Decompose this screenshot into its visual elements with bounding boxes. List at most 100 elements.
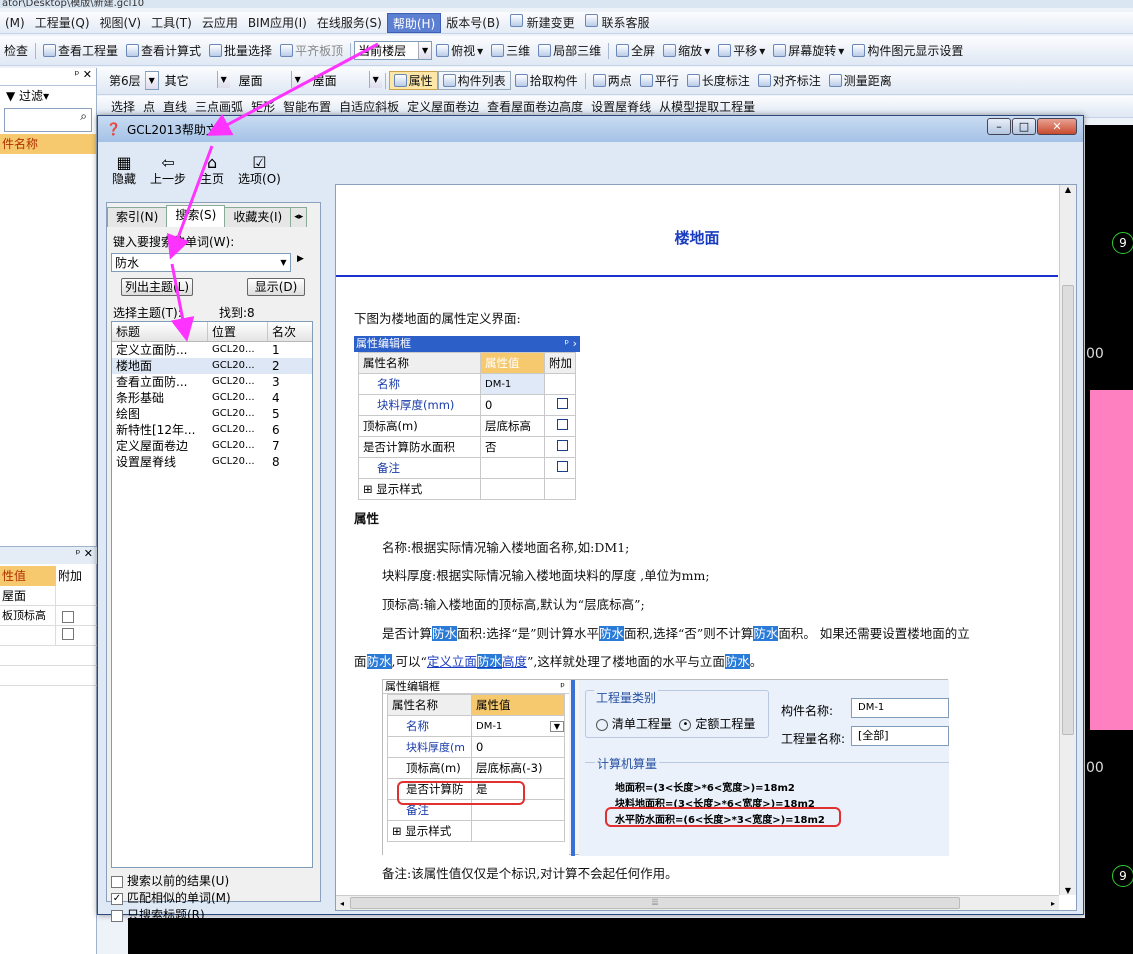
list-topics-button[interactable]: 列出主题(L)	[121, 278, 193, 296]
option-similar-words[interactable]: ✓ 匹配相似的单词(M)	[111, 890, 231, 907]
zoom-button[interactable]: 缩放 ▾	[659, 42, 714, 59]
menu-cloud[interactable]: 云应用	[197, 13, 243, 33]
prop-value[interactable]: 屋面	[0, 586, 55, 605]
point-tool[interactable]: 点	[139, 98, 159, 115]
prop-checkbox[interactable]	[62, 610, 74, 623]
hide-button[interactable]: ▦ 隐藏	[112, 154, 136, 187]
align-dim-button[interactable]: 对齐标注	[754, 72, 825, 89]
menu-new-change[interactable]: 新建变更	[505, 13, 580, 33]
define-elevation-link[interactable]: 定义立面防水高度	[427, 654, 527, 669]
toolbar-main: 检查 查看工程量 查看计算式 批量选择 平齐板顶 当前楼层 ▼ 俯视 ▾ 三维 局部…	[0, 36, 1133, 66]
back-button[interactable]: ⇦ 上一步	[150, 154, 186, 187]
checkbox-checked[interactable]: ✓	[111, 892, 123, 905]
result-row[interactable]: 绘图 GCL20... 5	[112, 406, 312, 422]
options-button[interactable]: ☑ 选项(O)	[238, 154, 281, 187]
batch-select-button[interactable]: 批量选择	[205, 42, 276, 59]
tab-search[interactable]: 搜索(S)	[166, 205, 226, 227]
arc-tool[interactable]: 三点画弧	[191, 98, 247, 115]
floor-select[interactable]: ▼	[144, 71, 159, 90]
prop-value[interactable]: 板顶标高	[0, 606, 55, 625]
menu-contact[interactable]: 联系客服	[580, 13, 655, 33]
menu-view[interactable]: 视图(V)	[95, 13, 147, 33]
result-row[interactable]: 新特性[12年... GCL20... 6	[112, 422, 312, 438]
component-select[interactable]: 屋面 ▼	[310, 71, 382, 90]
result-row[interactable]: 楼地面 GCL20... 2	[112, 358, 312, 374]
list-icon	[442, 74, 456, 87]
search-input[interactable]: 防水 ▼	[111, 253, 291, 272]
option-previous-results[interactable]: 搜索以前的结果(U)	[111, 873, 231, 890]
rect-tool[interactable]: 矩形	[247, 98, 279, 115]
select-tool[interactable]: 选择	[97, 98, 139, 115]
filter-dropdown[interactable]: ▼ 过滤▾	[0, 86, 96, 106]
measure-button[interactable]: 测量距离	[825, 72, 896, 89]
line-tool[interactable]: 直线	[159, 98, 191, 115]
pane-pin-icon[interactable]: ᵖ ✕	[0, 68, 96, 86]
checkbox[interactable]	[111, 909, 123, 922]
cad-slab-region[interactable]	[1090, 390, 1133, 730]
col-rank[interactable]: 名次	[268, 322, 312, 341]
menu-m[interactable]: (M)	[0, 13, 30, 33]
display-settings-button[interactable]: 构件图元显示设置	[848, 42, 967, 59]
prop-checkbox[interactable]	[62, 627, 74, 640]
length-dim-button[interactable]: 长度标注	[683, 72, 754, 89]
menu-quantity[interactable]: 工程量(Q)	[30, 13, 95, 33]
parallel-button[interactable]: 平行	[636, 72, 683, 89]
menu-version[interactable]: 版本号(B)	[441, 13, 505, 33]
local-3d-button[interactable]: 局部三维	[534, 42, 605, 59]
search-box[interactable]: ⌕	[4, 108, 92, 132]
result-row[interactable]: 查看立面防... GCL20... 3	[112, 374, 312, 390]
view-formula-button[interactable]: 查看计算式	[122, 42, 205, 59]
search-label: 键入要搜索的单词(W):	[113, 235, 235, 249]
close-button[interactable]: ✕	[1037, 118, 1077, 135]
category-select[interactable]: 屋面 ▼	[236, 71, 304, 90]
ridge-tool[interactable]: 设置屋脊线	[587, 98, 655, 115]
check-button[interactable]: 检查	[0, 42, 32, 59]
home-button[interactable]: ⌂ 主页	[200, 154, 224, 187]
result-row[interactable]: 定义屋面卷边 GCL20... 7	[112, 438, 312, 454]
col-title[interactable]: 标题	[112, 322, 208, 341]
fullscreen-button[interactable]: 全屏	[612, 42, 659, 59]
adaptive-slab-tool[interactable]: 自适应斜板	[335, 98, 403, 115]
topview-button[interactable]: 俯视 ▾	[432, 42, 487, 59]
result-row[interactable]: 条形基础 GCL20... 4	[112, 390, 312, 406]
content-vscroll[interactable]: ▲ ▼	[1059, 185, 1076, 895]
align-slab-button[interactable]: 平齐板顶	[276, 42, 347, 59]
found-count: 找到:8	[219, 306, 255, 320]
option-titles-only[interactable]: 只搜索标题(R)	[111, 907, 231, 924]
maximize-button[interactable]: □	[1012, 118, 1036, 135]
tab-index[interactable]: 索引(N)	[107, 207, 168, 227]
display-button[interactable]: 显示(D)	[247, 278, 305, 296]
col-location[interactable]: 位置	[208, 322, 268, 341]
cad-canvas-bottom[interactable]	[128, 918, 1088, 954]
minimize-button[interactable]: –	[987, 118, 1011, 135]
list-header: 件名称	[0, 134, 96, 154]
pan-button[interactable]: 平移 ▾	[714, 42, 769, 59]
result-cell: 5	[272, 407, 280, 421]
current-floor-select[interactable]: 当前楼层 ▼	[354, 41, 433, 60]
menu-tools[interactable]: 工具(T)	[146, 13, 197, 33]
roof-edge-tool[interactable]: 定义屋面卷边	[403, 98, 483, 115]
tab-favorites[interactable]: 收藏夹(I)	[224, 207, 292, 227]
view-quantity-button[interactable]: 查看工程量	[39, 42, 122, 59]
properties-button[interactable]: 属性	[388, 71, 438, 90]
menu-help[interactable]: 帮助(H)	[386, 12, 442, 33]
search-arrow-icon[interactable]: ▶	[297, 254, 304, 264]
smart-layout-tool[interactable]: 智能布置	[279, 98, 335, 115]
type-select[interactable]: 其它 ▼	[162, 71, 230, 90]
component-list-button[interactable]: 构件列表	[437, 71, 511, 90]
result-row[interactable]: 定义立面防... GCL20... 1	[112, 342, 312, 358]
3d-button[interactable]: 三维	[487, 42, 534, 59]
help-title: GCL2013帮助文档	[126, 122, 230, 137]
tab-scroll-arrows[interactable]: ◂▸	[290, 207, 308, 227]
extract-quantity-tool[interactable]: 从模型提取工程量	[655, 98, 759, 115]
checkbox[interactable]	[111, 875, 123, 888]
rotate-button[interactable]: 屏幕旋转 ▾	[769, 42, 848, 59]
content-hscroll[interactable]: ◂ ⦙⦙⦙ ▸	[336, 895, 1059, 910]
props-pin-icon[interactable]: ᵖ ✕	[0, 546, 97, 564]
two-point-button[interactable]: 两点	[589, 72, 636, 89]
menu-online[interactable]: 在线服务(S)	[312, 13, 387, 33]
pick-component-button[interactable]: 拾取构件	[511, 72, 582, 89]
roof-edge-height-tool[interactable]: 查看屋面卷边高度	[483, 98, 587, 115]
menu-bim[interactable]: BIM应用(I)	[243, 13, 312, 33]
result-row[interactable]: 设置屋脊线 GCL20... 8	[112, 454, 312, 470]
